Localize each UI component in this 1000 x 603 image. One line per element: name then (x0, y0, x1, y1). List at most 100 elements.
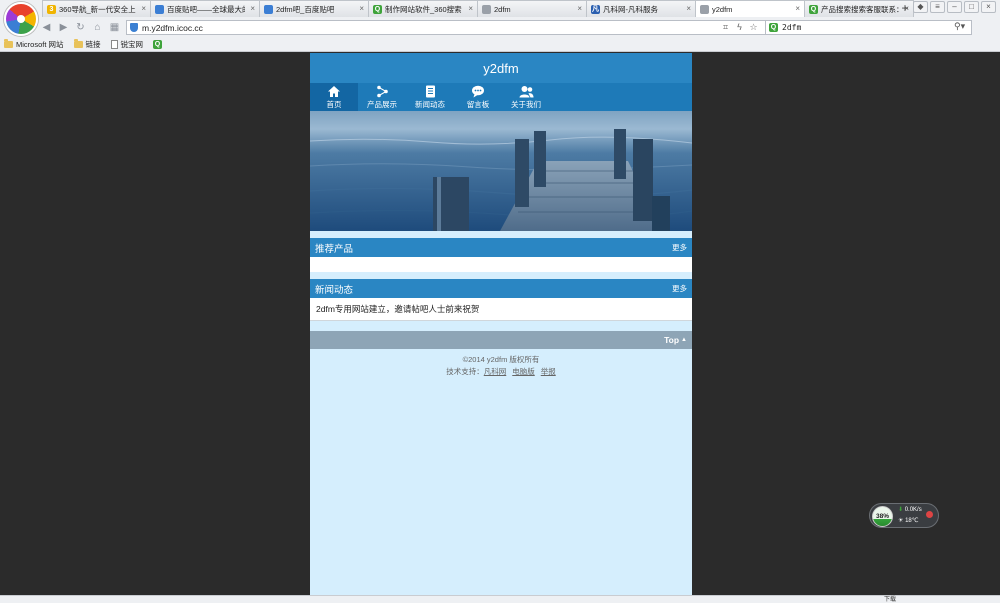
tab-title: 百度贴吧——全球最大的 (167, 4, 245, 14)
back-to-top-bar: Top ▲ (310, 331, 692, 349)
maximize-icon[interactable]: □ (964, 1, 979, 13)
nav-label: 留言板 (466, 100, 490, 109)
browser-tab[interactable]: y2dfm × (696, 0, 805, 17)
tab-title: 2dfm (494, 4, 511, 14)
browser-tab[interactable]: 凡凡科网-凡科服务 × (587, 0, 696, 17)
back-icon[interactable]: ◀ (40, 21, 53, 34)
bookmark-item[interactable]: 锐宝网 (110, 39, 143, 50)
browser-tab[interactable]: 百度贴吧——全球最大的 × (151, 0, 260, 17)
browser-tab[interactable]: 2dfm吧_百度贴吧 × (260, 0, 369, 17)
search-go-icon[interactable]: ⚲▾ (954, 21, 978, 34)
temperature: ☀ 18℃ (898, 517, 918, 524)
refresh-icon[interactable]: ↻ (74, 21, 87, 34)
search-engine-icon[interactable]: Q (769, 23, 778, 32)
section-title: 推荐产品 (315, 243, 354, 255)
address-text[interactable]: m.y2dfm.icoc.cc (142, 22, 203, 34)
tab-close-icon[interactable]: × (250, 4, 255, 13)
footer-link-fanke[interactable]: 凡科网 (484, 366, 507, 378)
back-to-top-link[interactable]: Top (664, 335, 679, 345)
news-item[interactable]: 2dfm专用网站建立，邀请帖吧人士前来祝贺 (316, 303, 479, 315)
tab-close-icon[interactable]: × (686, 4, 691, 13)
tabs-overview-icon[interactable]: ▦ (108, 21, 121, 34)
tab-close-icon[interactable]: × (468, 4, 473, 13)
browser-chrome: 3 360导航_新一代安全上网 × 百度贴吧——全球最大的 × 2dfm吧_百度贴吧 × Q 制… (0, 0, 1000, 52)
menu-icon[interactable]: ≡ (930, 1, 945, 13)
site-title: y2dfm (483, 60, 519, 76)
news-more-link[interactable]: 更多 (672, 283, 687, 294)
mobile-site: y2dfm 首页 产品展示 新闻动态 留言板 关于我们 推荐产品 更多 新闻动态… (310, 53, 692, 595)
tab-close-icon[interactable]: × (795, 4, 800, 13)
temperature-value: 18℃ (905, 518, 919, 524)
network-speed: ⬇ 0.0K/s (898, 506, 922, 513)
banner-image[interactable] (310, 111, 692, 231)
navigation-bar: ◀ ▶ ↻ ⌂ ▦ m.y2dfm.icoc.cc ⌗ ϟ ☆ ▾ Q 2dfm… (38, 18, 1000, 37)
nav-item-news[interactable]: 新闻动态 (406, 83, 454, 111)
tab-title: 凡科网-凡科服务 (603, 4, 658, 14)
download-status[interactable]: 下载 (884, 596, 896, 603)
footer-links: 凡科网 电脑版 举报 (484, 366, 556, 378)
nav-item-guestbook[interactable]: 留言板 (454, 83, 502, 111)
network-speed-widget[interactable]: 38% ⬇ 0.0K/s ☀ 18℃ (869, 503, 939, 528)
document-icon (425, 84, 436, 98)
page-icon (700, 4, 709, 14)
memory-gauge[interactable]: 38% (872, 506, 893, 527)
tab-close-icon[interactable]: × (577, 4, 582, 13)
bookmark-item[interactable]: Microsoft 网站 (4, 39, 64, 50)
compatibility-icon[interactable]: ⌗ (720, 22, 731, 33)
skin-icon[interactable]: ◆ (913, 1, 928, 13)
news-list: 2dfm专用网站建立，邀请帖吧人士前来祝贺 (310, 298, 692, 321)
news-section-header: 新闻动态 更多 (310, 279, 692, 298)
360-icon: 3 (47, 4, 56, 14)
tab-close-icon[interactable]: × (359, 4, 364, 13)
download-arrow-icon: ⬇ (898, 507, 904, 513)
nav-label: 新闻动态 (415, 100, 445, 109)
products-more-link[interactable]: 更多 (672, 242, 687, 253)
search-icon: Q (373, 4, 382, 14)
forward-icon[interactable]: ▶ (57, 21, 70, 34)
browser-tab[interactable]: 3 360导航_新一代安全上网 × (42, 0, 151, 17)
nav-label: 关于我们 (511, 100, 541, 109)
footer-link-desktop[interactable]: 电脑版 (512, 366, 535, 378)
tab-title: 产品搜索搜索客服联系： (821, 4, 899, 14)
folder-icon (73, 39, 83, 48)
speed-mode-icon[interactable]: ϟ (734, 22, 745, 33)
home-icon[interactable]: ⌂ (91, 21, 104, 34)
close-icon[interactable]: × (981, 1, 996, 13)
network-speed-value: 0.0K/s (904, 507, 922, 513)
security-shield-icon (130, 23, 138, 32)
search-input[interactable]: 2dfm (782, 22, 801, 34)
tab-title: 360导航_新一代安全上网 (59, 4, 136, 14)
products-section-header: 推荐产品 更多 (310, 238, 692, 257)
tab-title: 2dfm吧_百度贴吧 (276, 4, 335, 14)
bookmark-label: 链接 (85, 40, 101, 49)
widget-close-icon[interactable] (926, 511, 933, 518)
nav-label: 产品展示 (367, 100, 397, 109)
page-icon (264, 4, 273, 14)
nav-item-products[interactable]: 产品展示 (358, 83, 406, 111)
tab-title: 制作网站软件_360搜索 (385, 4, 462, 14)
browser-tab[interactable]: Q 制作网站软件_360搜索 × (369, 0, 478, 17)
address-bar[interactable]: m.y2dfm.icoc.cc ⌗ ϟ ☆ ▾ (126, 20, 788, 35)
tab-strip: 3 360导航_新一代安全上网 × 百度贴吧——全球最大的 × 2dfm吧_百度贴吧 × Q 制… (42, 0, 916, 17)
footer-link-report[interactable]: 举报 (541, 366, 556, 378)
new-tab-button[interactable]: + (896, 1, 914, 16)
support-label: 技术支持： (446, 367, 484, 376)
fanke-icon: 凡 (591, 4, 600, 14)
folder-icon (4, 39, 13, 48)
products-list (310, 257, 692, 272)
copyright: ©2014 y2dfm 版权所有 (462, 355, 540, 364)
chat-icon (471, 84, 485, 98)
bookmarks-bar: Microsoft 网站 链接 锐宝网 Q (0, 37, 1000, 52)
bookmark-item[interactable]: 链接 (73, 39, 101, 50)
nav-item-home[interactable]: 首页 (310, 83, 358, 111)
bookmark-item[interactable]: Q (153, 40, 163, 49)
nav-item-about[interactable]: 关于我们 (502, 83, 550, 111)
tab-close-icon[interactable]: × (141, 4, 146, 13)
minimize-icon[interactable]: – (947, 1, 962, 13)
section-title: 新闻动态 (315, 284, 354, 296)
search-box[interactable]: Q 2dfm (765, 20, 972, 35)
weather-icon: ☀ (898, 518, 904, 524)
browser-tab[interactable]: 2dfm × (478, 0, 587, 17)
favorite-star-icon[interactable]: ☆ (748, 22, 759, 33)
browser-logo-icon[interactable] (4, 2, 38, 36)
